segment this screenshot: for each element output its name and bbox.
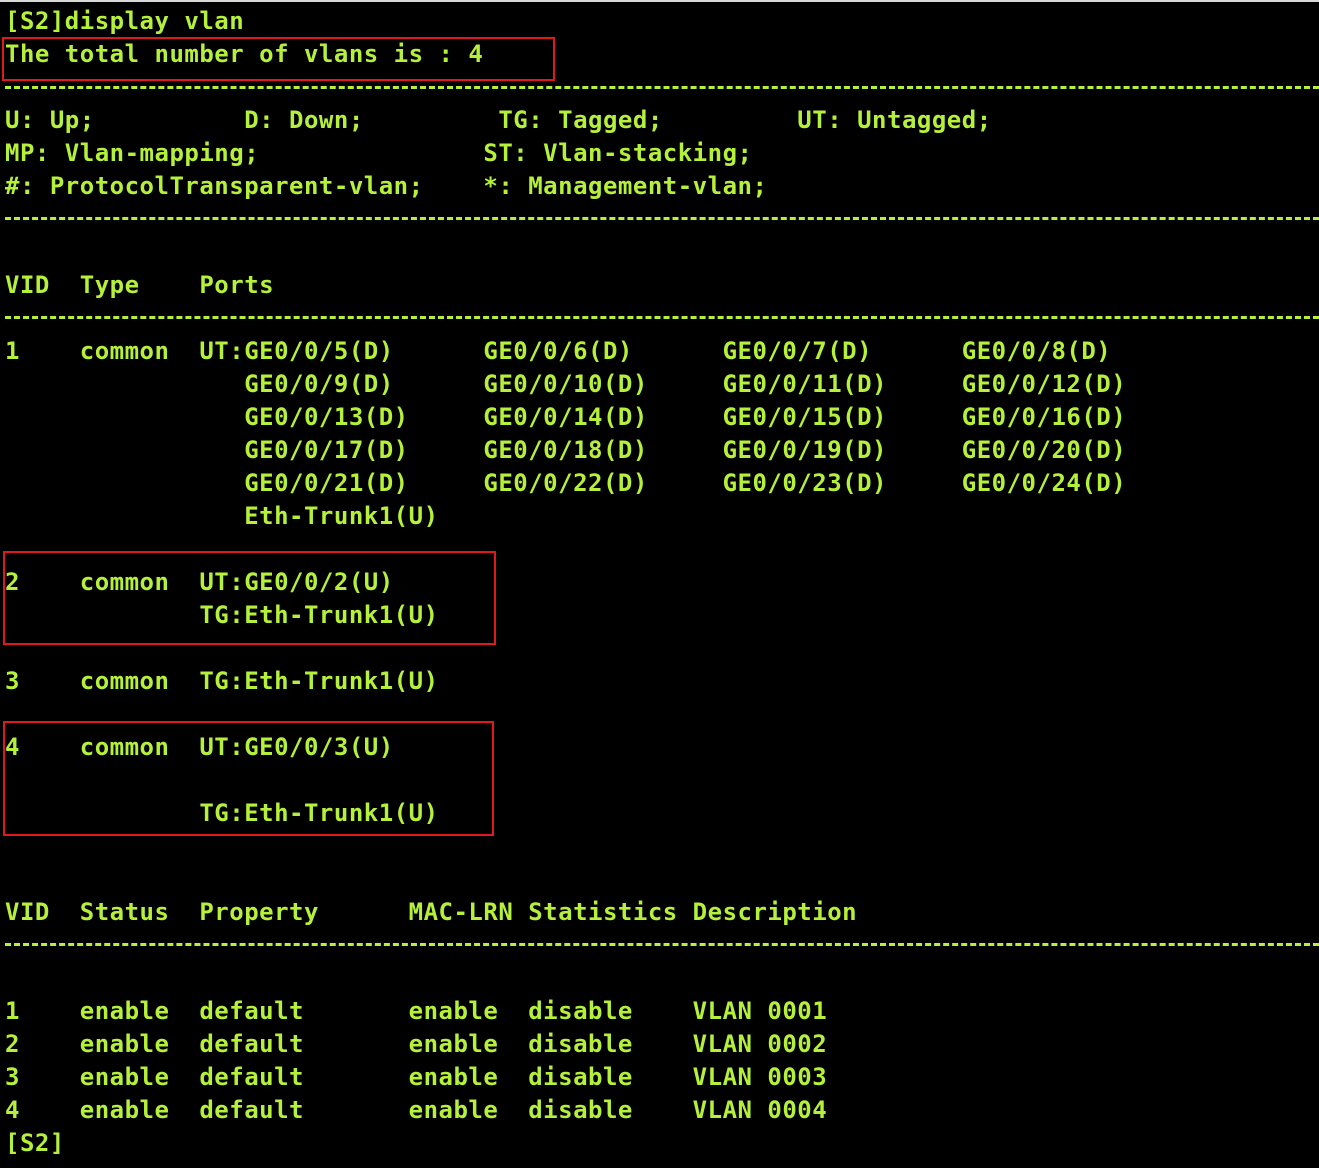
- port-row: GE0/0/17(D) GE0/0/18(D) GE0/0/19(D) GE0/…: [5, 436, 1127, 464]
- status-table-header: VID Status Property MAC-LRN Statistics D…: [5, 898, 858, 926]
- separator: [5, 316, 1319, 319]
- port-row: GE0/0/21(D) GE0/0/22(D) GE0/0/23(D) GE0/…: [5, 469, 1127, 497]
- command-line: [S2]display vlan: [5, 7, 245, 35]
- terminal-window[interactable]: [S2]display vlan The total number of vla…: [0, 0, 1319, 1168]
- ports-table-header: VID Type Ports: [5, 271, 275, 299]
- status-row: 3 enable default enable disable VLAN 000…: [5, 1063, 828, 1091]
- status-row: 1 enable default enable disable VLAN 000…: [5, 997, 828, 1025]
- status-row: 2 enable default enable disable VLAN 000…: [5, 1030, 828, 1058]
- highlight-box-vlan4: [3, 721, 494, 836]
- port-row: Eth-Trunk1(U): [5, 502, 439, 530]
- port-row: 1 common UT:GE0/0/5(D) GE0/0/6(D) GE0/0/…: [5, 337, 1112, 365]
- legend-line: MP: Vlan-mapping; ST: Vlan-stacking;: [5, 139, 753, 167]
- prompt-line: [S2]: [5, 1129, 65, 1157]
- legend-line: #: ProtocolTransparent-vlan; *: Manageme…: [5, 172, 768, 200]
- status-row: 4 enable default enable disable VLAN 000…: [5, 1096, 828, 1124]
- port-row: GE0/0/13(D) GE0/0/14(D) GE0/0/15(D) GE0/…: [5, 403, 1127, 431]
- port-row: 3 common TG:Eth-Trunk1(U): [5, 667, 439, 695]
- separator: [5, 86, 1319, 89]
- highlight-box-vlan2: [3, 551, 496, 645]
- separator: [5, 217, 1319, 220]
- port-row: GE0/0/9(D) GE0/0/10(D) GE0/0/11(D) GE0/0…: [5, 370, 1127, 398]
- highlight-box-total: [2, 37, 555, 81]
- separator: [5, 943, 1319, 946]
- legend-line: U: Up; D: Down; TG: Tagged; UT: Untagged…: [5, 106, 992, 134]
